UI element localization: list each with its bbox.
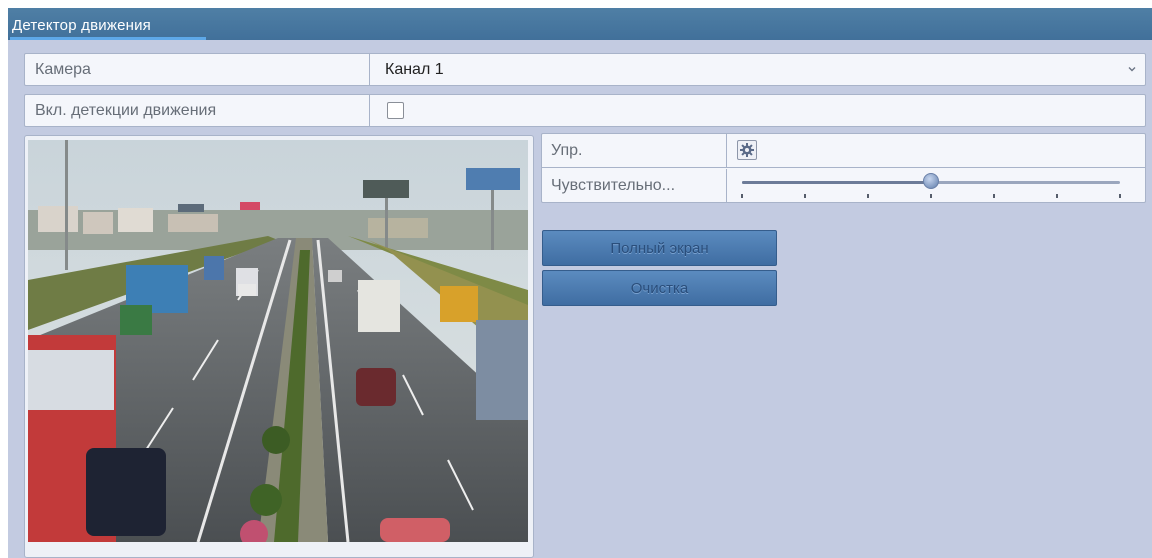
enable-motion-checkbox[interactable] <box>387 102 404 119</box>
slider-tick <box>930 194 932 198</box>
enable-motion-row: Вкл. детекции движения <box>24 94 1146 127</box>
camera-select[interactable]: Камера Канал 1 <box>24 53 1146 86</box>
slider-tick <box>1056 194 1058 198</box>
mode-label: Упр. <box>551 141 583 159</box>
slider-tick <box>804 194 806 198</box>
settings-button[interactable] <box>737 140 757 160</box>
camera-label: Камера <box>35 60 91 78</box>
slider-tick <box>1119 194 1121 198</box>
gear-icon <box>740 143 754 157</box>
sensitivity-label: Чувствительно... <box>551 177 676 194</box>
slider-tick <box>867 194 869 198</box>
title-bar: Детектор движения <box>8 8 1152 40</box>
fullscreen-button[interactable]: Полный экран <box>542 230 777 266</box>
mode-row: Упр. <box>542 134 1145 168</box>
slider-tick <box>741 194 743 198</box>
row-divider <box>369 54 370 85</box>
slider-fill <box>742 181 931 184</box>
title-tab-underline <box>10 37 206 40</box>
chevron-down-icon[interactable] <box>1127 64 1137 74</box>
page-title[interactable]: Детектор движения <box>12 17 151 34</box>
row-divider <box>726 169 727 203</box>
clear-button[interactable]: Очистка <box>542 270 777 306</box>
camera-select-value[interactable]: Канал 1 <box>385 54 444 85</box>
video-preview-frame <box>24 135 534 558</box>
enable-motion-label: Вкл. детекции движения <box>35 101 217 119</box>
row-divider <box>726 134 727 167</box>
settings-panel: Упр. Чувствительно... <box>541 133 1146 203</box>
row-divider <box>369 95 370 126</box>
sensitivity-slider-thumb[interactable] <box>923 173 939 189</box>
video-preview[interactable] <box>28 140 528 542</box>
sensitivity-row: Чувствительно... <box>542 169 1145 203</box>
slider-tick <box>993 194 995 198</box>
motion-detection-window: Детектор движения Камера Канал 1 Вкл. де… <box>8 8 1152 558</box>
